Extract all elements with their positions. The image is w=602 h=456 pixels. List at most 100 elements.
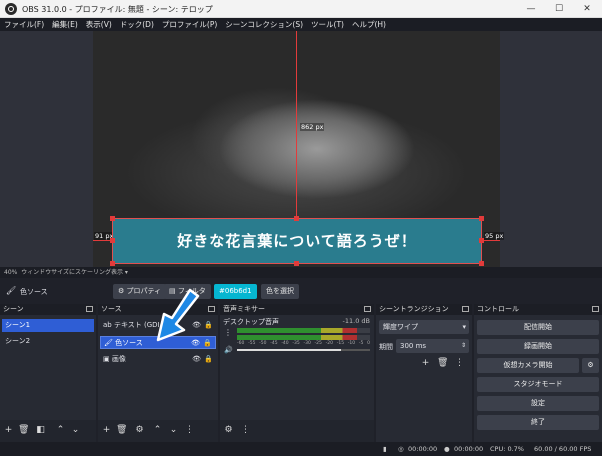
scene-item[interactable]: シーン2 <box>2 335 94 348</box>
minimize-button[interactable]: — <box>517 0 545 18</box>
window-title: OBS 31.0.0 - プロファイル: 無題 - シーン: テロップ <box>22 5 213 14</box>
lock-icon[interactable]: 🔒 <box>203 337 212 350</box>
meter-tick: -45 <box>270 341 278 346</box>
audio-mixer-panel: 音声ミキサー デスクトップ音声 -11.0 dB ⋮ -60 -55 -50 -45-… <box>220 304 374 442</box>
menu-file[interactable]: ファイル(F) <box>0 18 48 31</box>
selected-source-name: 色ソース <box>20 288 48 296</box>
more-icon[interactable]: ⋮ <box>224 328 232 337</box>
start-streaming-button[interactable]: 配信開始 <box>477 320 599 335</box>
brush-icon: 🖌 <box>104 339 116 347</box>
dock-icon[interactable] <box>208 306 215 312</box>
record-time: 00:00:00 <box>454 445 484 453</box>
resize-handle[interactable] <box>479 238 484 243</box>
duration-label: 期間 <box>379 343 393 351</box>
source-item[interactable]: ▣ 画像 👁 🔒 <box>100 353 216 366</box>
mixer-track-name: デスクトップ音声 <box>223 318 279 326</box>
menu-bar: ファイル(F) 編集(E) 表示(V) ドック(D) プロファイル(P) シーンコレクショ… <box>0 18 602 31</box>
volume-slider[interactable] <box>237 349 370 351</box>
down-icon[interactable]: ⌄ <box>70 425 81 436</box>
trash-icon[interactable]: 🗑 <box>116 425 127 436</box>
zoom-level: 40% <box>4 269 18 276</box>
more-icon[interactable]: ⋮ <box>184 425 195 436</box>
gear-icon[interactable]: ⚙ <box>223 425 234 436</box>
meter-tick: -60 <box>237 341 245 346</box>
guide-line-top <box>296 31 297 218</box>
up-icon[interactable]: ⌃ <box>55 425 66 436</box>
close-button[interactable]: ✕ <box>573 0 601 18</box>
scene-item[interactable]: シーン1 <box>2 319 94 332</box>
start-virtual-camera-button[interactable]: 仮想カメラ開始 <box>477 358 579 373</box>
level-meter <box>237 335 370 340</box>
speaker-icon[interactable]: 🔊 <box>224 346 233 354</box>
resize-handle[interactable] <box>294 216 299 221</box>
menu-tools[interactable]: ツール(T) <box>307 18 348 31</box>
menu-help[interactable]: ヘルプ(H) <box>348 18 390 31</box>
down-icon[interactable]: ⌄ <box>168 425 179 436</box>
trash-icon[interactable]: 🗑 <box>437 358 448 369</box>
gear-icon[interactable]: ⚙ <box>582 358 599 373</box>
maximize-button[interactable]: ☐ <box>545 0 573 18</box>
text-icon: ab <box>103 321 114 329</box>
meter-tick: -15 <box>336 341 345 346</box>
settings-button[interactable]: 設定 <box>477 396 599 411</box>
dock-icon[interactable] <box>592 306 599 312</box>
dim-label-top: 862 px <box>300 123 325 131</box>
dock-icon[interactable] <box>462 306 469 312</box>
pick-color-button[interactable]: 色を選択 <box>261 284 299 299</box>
guide-line-right <box>482 240 500 241</box>
lock-icon[interactable]: 🔒 <box>204 319 213 332</box>
stepper-icon[interactable]: ⇕ <box>461 339 466 353</box>
brush-icon: 🖌 <box>6 286 17 295</box>
mixer-db: -11.0 dB <box>342 317 370 325</box>
cpu-usage: CPU: 0.7% <box>490 445 524 453</box>
add-icon[interactable]: + <box>3 425 14 436</box>
duration-input[interactable]: 300 ms ⇕ <box>396 339 469 353</box>
caption-text-overlay[interactable]: 好きな花言葉について語ろうぜ！ <box>112 218 482 264</box>
resize-handle[interactable] <box>294 261 299 266</box>
source-toolbar <box>0 280 602 302</box>
color-swatch: #06b6d1 <box>214 284 257 299</box>
resize-handle[interactable] <box>110 238 115 243</box>
mixer-header: 音声ミキサー <box>220 304 374 315</box>
record-icon: ● <box>444 445 450 453</box>
start-recording-button[interactable]: 録画開始 <box>477 339 599 354</box>
lock-icon[interactable]: 🔒 <box>204 353 213 366</box>
resize-handle[interactable] <box>110 216 115 221</box>
stream-time: 00:00:00 <box>408 445 438 453</box>
resize-handle[interactable] <box>479 216 484 221</box>
eye-icon[interactable]: 👁 <box>192 353 201 366</box>
chevron-down-icon: ▾ <box>462 323 466 331</box>
menu-edit[interactable]: 編集(E) <box>48 18 82 31</box>
meter-tick: -55 <box>248 341 256 346</box>
transitions-header: シーントランジション <box>376 304 472 315</box>
annotation-arrow-icon <box>156 288 200 342</box>
up-icon[interactable]: ⌃ <box>152 425 163 436</box>
exit-button[interactable]: 終了 <box>477 415 599 430</box>
menu-scene-collection[interactable]: シーンコレクション(S) <box>221 18 307 31</box>
studio-mode-button[interactable]: スタジオモード <box>477 377 599 392</box>
dim-label-right: 95 px <box>484 232 505 240</box>
menu-dock[interactable]: ドック(D) <box>116 18 158 31</box>
gear-icon[interactable]: ⚙ <box>134 425 145 436</box>
chevron-down-icon[interactable]: ▾ <box>125 269 128 276</box>
meter-tick: -20 <box>325 341 333 346</box>
filter-icon[interactable]: ◧ <box>35 425 46 436</box>
more-icon[interactable]: ⋮ <box>240 425 251 436</box>
menu-profile[interactable]: プロファイル(P) <box>158 18 221 31</box>
resize-handle[interactable] <box>110 261 115 266</box>
resize-handle[interactable] <box>479 261 484 266</box>
add-icon[interactable]: + <box>101 425 112 436</box>
dock-icon[interactable] <box>364 306 371 312</box>
level-meter <box>237 328 370 333</box>
meter-tick: -25 <box>314 341 322 346</box>
meter-scale: -60 -55 -50 -45 -40 -35 -30 -25 -20 -15 -10 -5 0 <box>237 341 370 347</box>
add-icon[interactable]: + <box>420 358 431 369</box>
scale-mode[interactable]: ウィンドウサイズにスケーリング表示 <box>21 269 123 276</box>
status-bar: ▮ ◎ 00:00:00 ● 00:00:00 CPU: 0.7% 60.00 … <box>0 442 602 456</box>
dock-icon[interactable] <box>86 306 93 312</box>
menu-view[interactable]: 表示(V) <box>82 18 116 31</box>
sources-footer: + 🗑 ⚙ ⌃ ⌄ ⋮ <box>98 420 218 442</box>
more-icon[interactable]: ⋮ <box>454 358 465 369</box>
trash-icon[interactable]: 🗑 <box>18 425 29 436</box>
transition-type-select[interactable]: 輝度ワイプ ▾ <box>379 320 469 334</box>
